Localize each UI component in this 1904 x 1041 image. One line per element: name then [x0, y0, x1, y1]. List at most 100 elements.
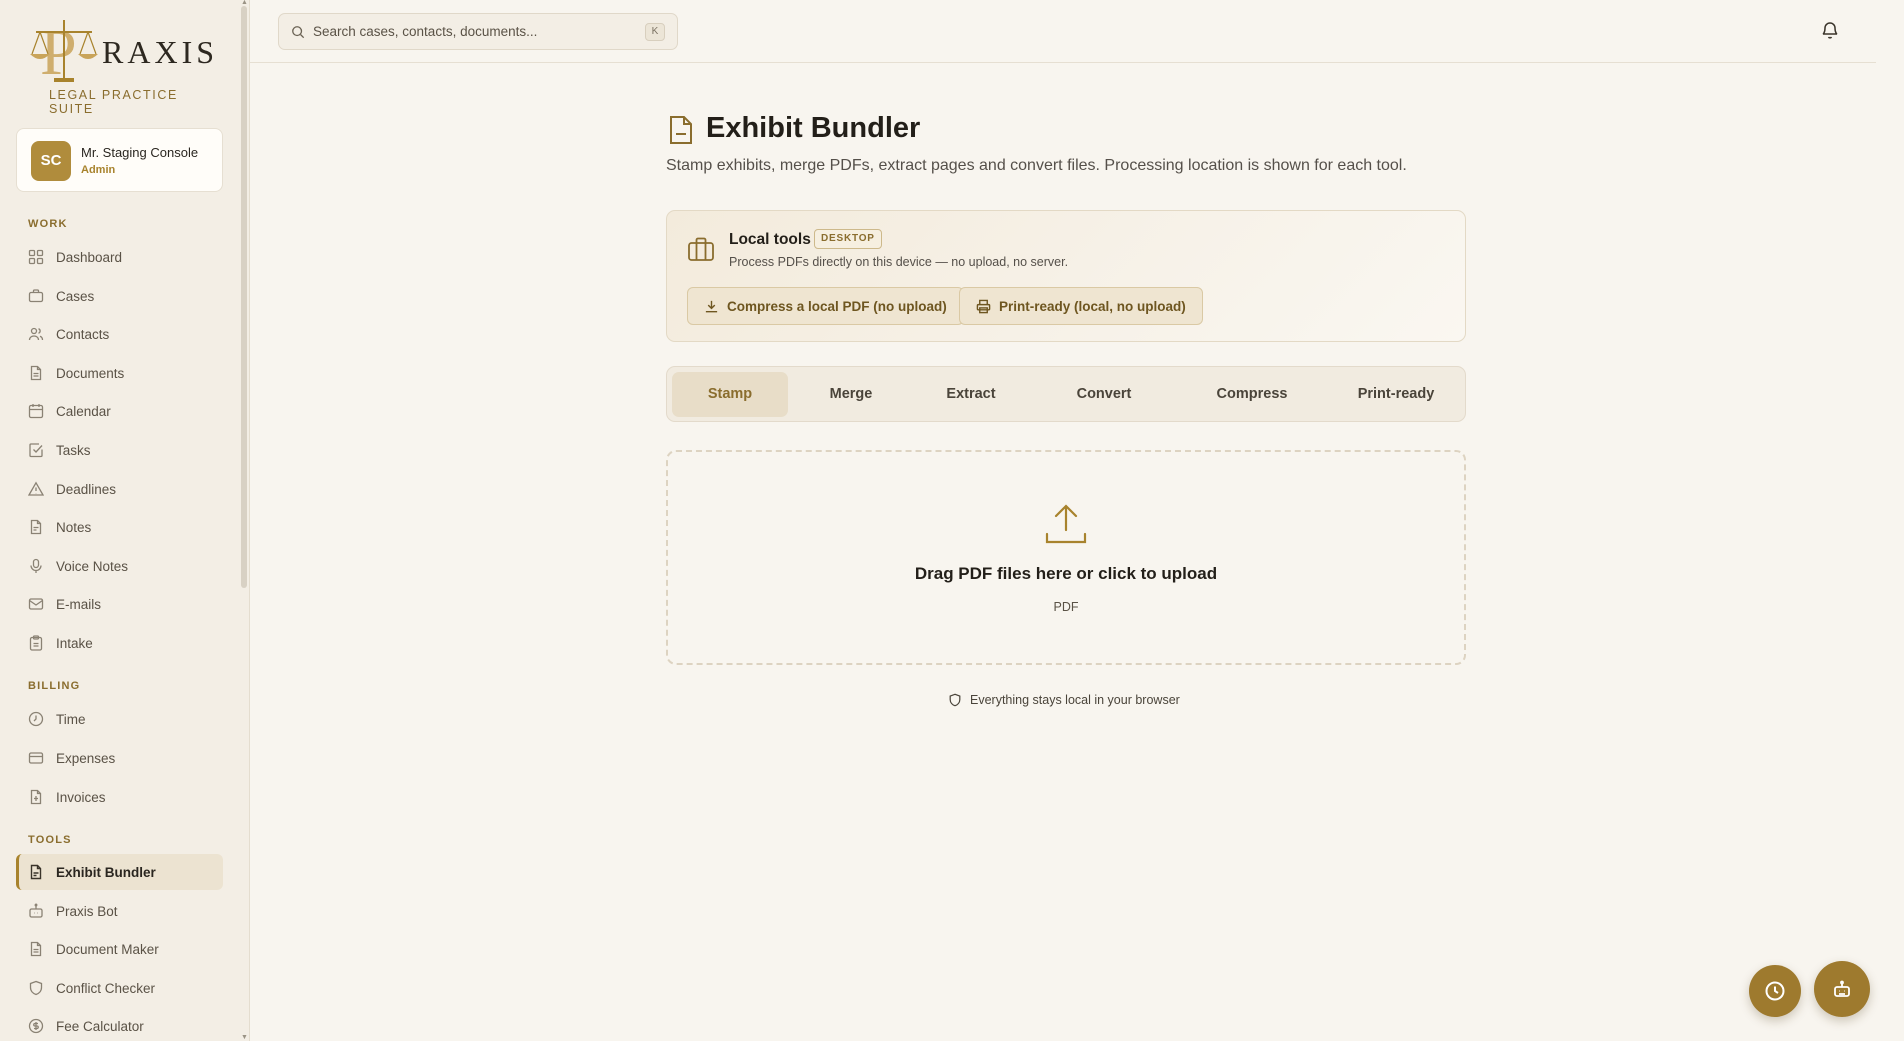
- sidebar-item-deadlines[interactable]: Deadlines: [16, 471, 223, 507]
- privacy-note: Everything stays local in your browser: [948, 693, 1180, 707]
- document-icon: [30, 864, 42, 880]
- page-title: Exhibit Bundler: [706, 112, 921, 144]
- bell-icon[interactable]: [1820, 20, 1840, 40]
- sidebar-item-dashboard[interactable]: Dashboard: [16, 239, 223, 275]
- search-icon: [292, 25, 305, 38]
- sidebar: P RAXIS LEGAL PRACTICE SUITE SC Mr. Stag…: [0, 0, 250, 1041]
- page-description: Stamp exhibits, merge PDFs, extract page…: [666, 157, 1407, 174]
- button-label: Compress a local PDF (no upload): [727, 298, 947, 314]
- printer-icon: [976, 299, 991, 313]
- brand-tagline: LEGAL PRACTICE SUITE: [49, 88, 178, 116]
- avatar: SC: [31, 141, 71, 181]
- accepted-file-types: PDF: [1053, 600, 1079, 614]
- sidebar-item-label: Cases: [56, 288, 95, 304]
- section-label-work: WORK: [28, 218, 68, 230]
- upload-icon: [1045, 504, 1087, 544]
- sidebar-scrollbar[interactable]: [241, 6, 247, 588]
- sidebar-item-voice-notes[interactable]: Voice Notes: [16, 548, 223, 584]
- local-tools-card: Local tools DESKTOP Process PDFs directl…: [666, 210, 1466, 342]
- document-icon: [30, 941, 42, 957]
- clock-icon: [28, 711, 44, 727]
- briefcase-icon: [688, 237, 714, 261]
- praxis-logo[interactable]: P RAXIS LEGAL PRACTICE SUITE: [28, 16, 214, 116]
- sidebar-item-document-maker[interactable]: Document Maker: [16, 931, 223, 967]
- sidebar-item-documents[interactable]: Documents: [16, 355, 223, 391]
- time-tracker-button[interactable]: [1749, 965, 1801, 1017]
- search-placeholder: Search cases, contacts, documents...: [313, 24, 538, 39]
- microphone-icon: [30, 558, 42, 573]
- privacy-note-text: Everything stays local in your browser: [970, 693, 1180, 707]
- sidebar-item-label: Expenses: [56, 750, 116, 766]
- dashboard-grid-icon: [28, 249, 44, 265]
- invoice-icon: [30, 789, 42, 805]
- sidebar-item-tasks[interactable]: Tasks: [16, 432, 223, 468]
- sidebar-item-label: Tasks: [56, 442, 91, 458]
- sidebar-item-label: Conflict Checker: [56, 980, 156, 996]
- sidebar-item-label: Contacts: [56, 326, 110, 342]
- tool-tabs: Stamp Merge Extract Convert Compress Pri…: [666, 366, 1466, 422]
- button-label: Print-ready (local, no upload): [999, 298, 1186, 314]
- bot-icon: [1834, 980, 1850, 997]
- tab-merge[interactable]: Merge: [794, 372, 908, 417]
- page-scrollbar-track: [1876, 0, 1904, 1041]
- calendar-icon: [28, 404, 44, 419]
- sidebar-item-emails[interactable]: E-mails: [16, 586, 223, 622]
- bot-icon: [29, 903, 43, 918]
- sidebar-item-contacts[interactable]: Contacts: [16, 316, 223, 352]
- print-ready-local-button[interactable]: Print-ready (local, no upload): [959, 287, 1203, 325]
- warning-triangle-icon: [28, 481, 44, 496]
- shield-icon: [949, 693, 961, 707]
- sidebar-item-label: Dashboard: [56, 249, 123, 265]
- tab-convert[interactable]: Convert: [1034, 372, 1174, 417]
- section-label-billing: BILLING: [28, 680, 81, 692]
- praxis-bot-button[interactable]: [1814, 961, 1870, 1017]
- sidebar-item-conflict-checker[interactable]: Conflict Checker: [16, 970, 223, 1006]
- section-label-tools: TOOLS: [28, 834, 72, 846]
- sidebar-item-calendar[interactable]: Calendar: [16, 393, 223, 429]
- sidebar-item-cases[interactable]: Cases: [16, 278, 223, 314]
- sidebar-item-notes[interactable]: Notes: [16, 509, 223, 545]
- local-tools-title: Local tools: [729, 231, 811, 248]
- tab-extract[interactable]: Extract: [914, 372, 1028, 417]
- document-icon: [30, 365, 42, 381]
- svg-text:P: P: [40, 16, 77, 86]
- sidebar-item-label: Fee Calculator: [56, 1018, 144, 1034]
- note-icon: [30, 519, 42, 535]
- checkbox-icon: [29, 443, 43, 458]
- sidebar-item-label: Calendar: [56, 403, 111, 419]
- tab-print-ready[interactable]: Print-ready: [1330, 372, 1462, 417]
- sidebar-item-label: Voice Notes: [56, 558, 129, 574]
- desktop-badge: DESKTOP: [814, 229, 882, 249]
- dropzone-title: Drag PDF files here or click to upload: [914, 564, 1218, 583]
- sidebar-item-label: Documents: [56, 365, 125, 381]
- sidebar-item-fee-calculator[interactable]: Fee Calculator: [16, 1008, 223, 1041]
- pdf-dropzone[interactable]: Drag PDF files here or click to upload P…: [666, 450, 1466, 665]
- tab-compress[interactable]: Compress: [1180, 372, 1324, 417]
- scroll-down-arrow-icon[interactable]: ▼: [241, 1034, 248, 1041]
- user-card[interactable]: SC Mr. Staging Console Admin: [16, 128, 223, 192]
- shield-icon: [29, 980, 43, 996]
- tab-stamp[interactable]: Stamp: [672, 372, 788, 417]
- sidebar-item-label: Deadlines: [56, 481, 117, 497]
- sidebar-item-label: Intake: [56, 635, 93, 651]
- sidebar-item-label: Invoices: [56, 789, 106, 805]
- sidebar-item-exhibit-bundler[interactable]: Exhibit Bundler: [16, 854, 223, 890]
- user-role: Admin: [81, 164, 116, 176]
- clock-icon: [1765, 981, 1785, 1001]
- credit-card-icon: [28, 752, 44, 764]
- search-input[interactable]: Search cases, contacts, documents... K: [278, 13, 678, 50]
- sidebar-item-label: Praxis Bot: [56, 903, 118, 919]
- sidebar-item-praxis-bot[interactable]: Praxis Bot: [16, 893, 223, 929]
- sidebar-item-label: Time: [56, 711, 86, 727]
- sidebar-item-time[interactable]: Time: [16, 701, 223, 737]
- sidebar-item-label: E-mails: [56, 596, 102, 612]
- document-icon: [670, 116, 692, 144]
- sidebar-item-expenses[interactable]: Expenses: [16, 740, 223, 776]
- brand-name: RAXIS: [102, 34, 219, 70]
- shortcut-key-badge: K: [645, 23, 665, 41]
- sidebar-item-label: Exhibit Bundler: [56, 864, 156, 880]
- sidebar-item-intake[interactable]: Intake: [16, 625, 223, 661]
- sidebar-item-invoices[interactable]: Invoices: [16, 779, 223, 815]
- compress-local-pdf-button[interactable]: Compress a local PDF (no upload): [687, 287, 964, 325]
- briefcase-icon: [28, 289, 44, 303]
